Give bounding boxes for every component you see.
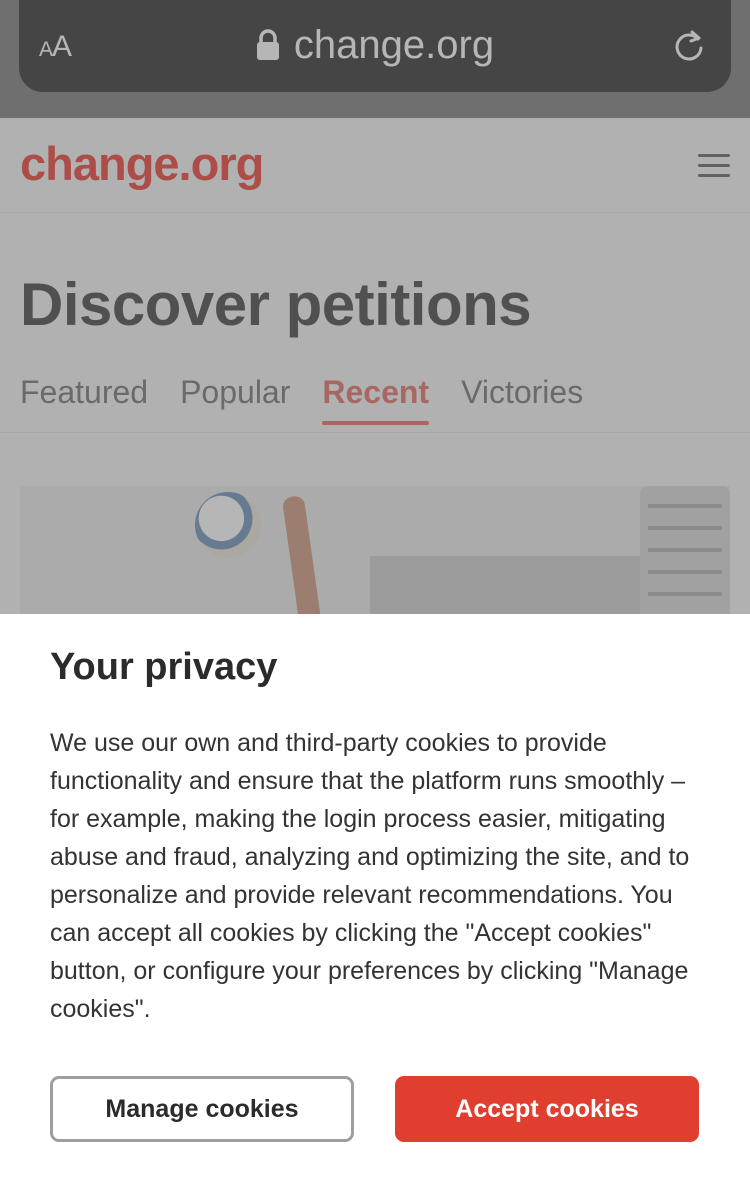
site-logo[interactable]: change.org [20, 136, 264, 191]
tab-recent[interactable]: Recent [322, 374, 429, 425]
page-title: Discover petitions [20, 271, 532, 338]
privacy-body: We use our own and third-party cookies t… [50, 729, 690, 1023]
accept-cookies-button[interactable]: Accept cookies [395, 1076, 699, 1142]
petition-tabs: Featured Popular Recent Victories [20, 374, 583, 425]
tab-popular[interactable]: Popular [180, 374, 290, 425]
lock-icon [256, 29, 279, 60]
reload-icon[interactable] [671, 28, 707, 64]
arm-shape [281, 495, 321, 614]
manage-cookies-button[interactable]: Manage cookies [50, 1076, 354, 1142]
privacy-title: Your privacy [50, 646, 278, 688]
site-header: change.org [0, 118, 750, 213]
page-background: change.org Discover petitions Featured P… [0, 118, 750, 614]
petition-hero-image[interactable] [20, 486, 730, 614]
text-size-icon[interactable]: AA [39, 30, 72, 64]
privacy-dialog: Your privacy We use our own and third-pa… [0, 614, 750, 1184]
tab-featured[interactable]: Featured [20, 374, 148, 425]
hamburger-menu-icon[interactable] [698, 154, 730, 177]
building-shape [640, 486, 730, 614]
url-display[interactable]: change.org [256, 23, 494, 68]
tabs-divider [0, 432, 750, 433]
address-bar[interactable]: AA change.org [19, 0, 731, 92]
url-text: change.org [293, 22, 495, 67]
volleyball-shape [195, 492, 261, 558]
tab-victories[interactable]: Victories [461, 374, 583, 425]
